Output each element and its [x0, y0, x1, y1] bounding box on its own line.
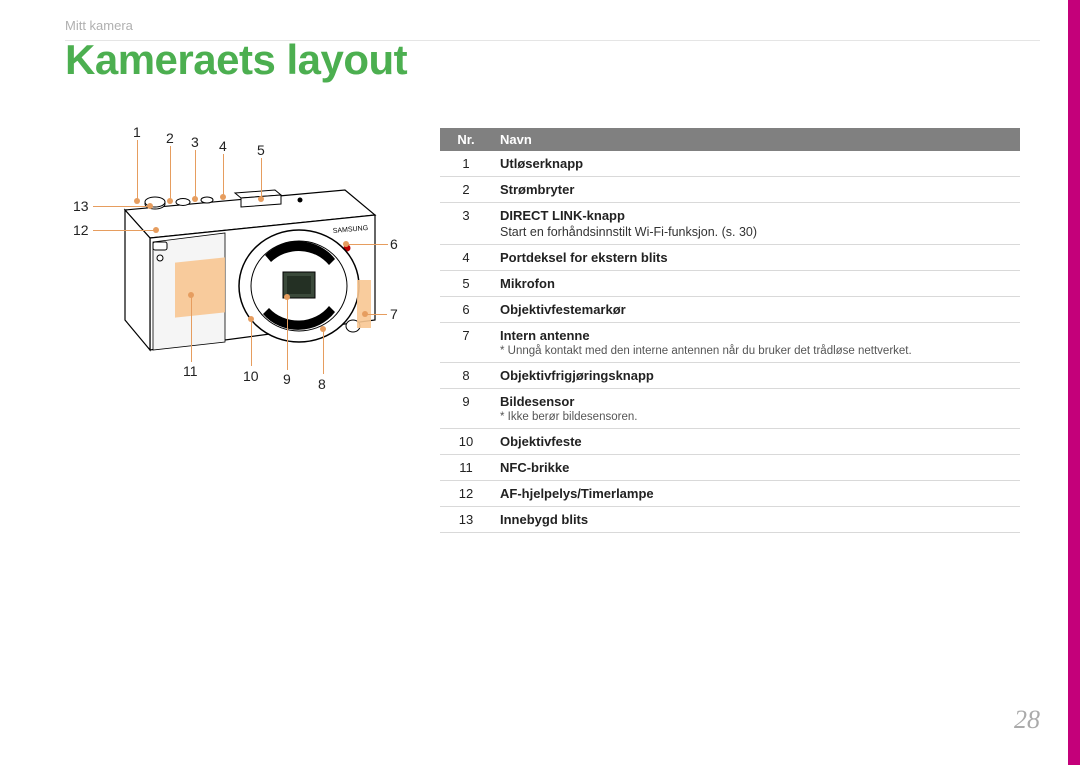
table-row: 8Objektivfrigjøringsknapp	[440, 363, 1020, 389]
row-nr: 3	[440, 203, 492, 245]
table-row: 10Objektivfeste	[440, 429, 1020, 455]
callout-10: 10	[243, 368, 259, 384]
leader-5	[261, 158, 262, 198]
dot-7	[362, 311, 368, 317]
row-nr: 8	[440, 363, 492, 389]
antenna-highlight	[357, 280, 371, 328]
callout-13: 13	[73, 198, 89, 214]
row-nr: 5	[440, 271, 492, 297]
table-row: 11NFC-brikke	[440, 455, 1020, 481]
dot-10	[248, 316, 254, 322]
row-name: NFC-brikke	[492, 455, 1020, 481]
row-nr: 9	[440, 389, 492, 429]
page-title: Kameraets layout	[65, 36, 407, 84]
row-nr: 13	[440, 507, 492, 533]
row-name: Bildesensor* Ikke berør bildesensoren.	[492, 389, 1020, 429]
col-header-nr: Nr.	[440, 128, 492, 151]
table-row: 4Portdeksel for ekstern blits	[440, 245, 1020, 271]
nfc-highlight	[175, 257, 225, 317]
row-name: AF-hjelpelys/Timerlampe	[492, 481, 1020, 507]
dot-2	[167, 198, 173, 204]
row-name: Strømbryter	[492, 177, 1020, 203]
table-row: 6Objektivfestemarkør	[440, 297, 1020, 323]
callout-1: 1	[133, 124, 141, 140]
leader-12	[93, 230, 155, 231]
dot-12	[153, 227, 159, 233]
row-nr: 7	[440, 323, 492, 363]
callout-4: 4	[219, 138, 227, 154]
row-name: Objektivfeste	[492, 429, 1020, 455]
row-name: Intern antenne* Unngå kontakt med den in…	[492, 323, 1020, 363]
dot-9	[284, 294, 290, 300]
row-nr: 1	[440, 151, 492, 177]
camera-illustration: SAMSUNG	[115, 160, 395, 370]
table-row: 12AF-hjelpelys/Timerlampe	[440, 481, 1020, 507]
callout-6: 6	[390, 236, 398, 252]
callout-8: 8	[318, 376, 326, 392]
row-nr: 12	[440, 481, 492, 507]
callout-5: 5	[257, 142, 265, 158]
row-nr: 10	[440, 429, 492, 455]
dot-5	[258, 196, 264, 202]
row-name: Objektivfrigjøringsknapp	[492, 363, 1020, 389]
row-name: DIRECT LINK-knappStart en forhåndsinnsti…	[492, 203, 1020, 245]
leader-8	[323, 330, 324, 374]
row-nr: 2	[440, 177, 492, 203]
leader-4	[223, 154, 224, 196]
callout-2: 2	[166, 130, 174, 146]
callout-12: 12	[73, 222, 89, 238]
leader-10	[251, 320, 252, 366]
dot-3	[192, 196, 198, 202]
row-name: Objektivfestemarkør	[492, 297, 1020, 323]
dot-13	[147, 203, 153, 209]
row-nr: 11	[440, 455, 492, 481]
leader-7	[367, 314, 387, 315]
row-name: Utløserknapp	[492, 151, 1020, 177]
table-row: 9Bildesensor* Ikke berør bildesensoren.	[440, 389, 1020, 429]
table-row: 13Innebygd blits	[440, 507, 1020, 533]
row-name: Innebygd blits	[492, 507, 1020, 533]
row-name: Mikrofon	[492, 271, 1020, 297]
dot-11	[188, 292, 194, 298]
callout-3: 3	[191, 134, 199, 150]
table-row: 7Intern antenne* Unngå kontakt med den i…	[440, 323, 1020, 363]
table-row: 5Mikrofon	[440, 271, 1020, 297]
camera-diagram: SAMSUNG 1 2 3 4 5 6 7 8	[65, 130, 405, 400]
col-header-navn: Navn	[492, 128, 1020, 151]
dot-6	[343, 241, 349, 247]
table-row: 2Strømbryter	[440, 177, 1020, 203]
row-nr: 4	[440, 245, 492, 271]
breadcrumb: Mitt kamera	[65, 18, 133, 33]
dot-8	[320, 326, 326, 332]
page-number: 28	[1014, 705, 1040, 735]
parts-table: Nr. Navn 1Utløserknapp2Strømbryter3DIREC…	[440, 128, 1020, 533]
leader-1	[137, 140, 138, 200]
row-name: Portdeksel for ekstern blits	[492, 245, 1020, 271]
callout-9: 9	[283, 371, 291, 387]
table-row: 3DIRECT LINK-knappStart en forhåndsinnst…	[440, 203, 1020, 245]
leader-13	[93, 206, 149, 207]
leader-9	[287, 298, 288, 370]
leader-11	[191, 296, 192, 362]
row-nr: 6	[440, 297, 492, 323]
dot-4	[220, 194, 226, 200]
page-accent-bar	[1068, 0, 1080, 765]
leader-2	[170, 146, 171, 200]
callout-7: 7	[390, 306, 398, 322]
callout-11: 11	[183, 363, 198, 379]
leader-3	[195, 150, 196, 198]
table-row: 1Utløserknapp	[440, 151, 1020, 177]
leader-6	[348, 244, 388, 245]
dot-1	[134, 198, 140, 204]
